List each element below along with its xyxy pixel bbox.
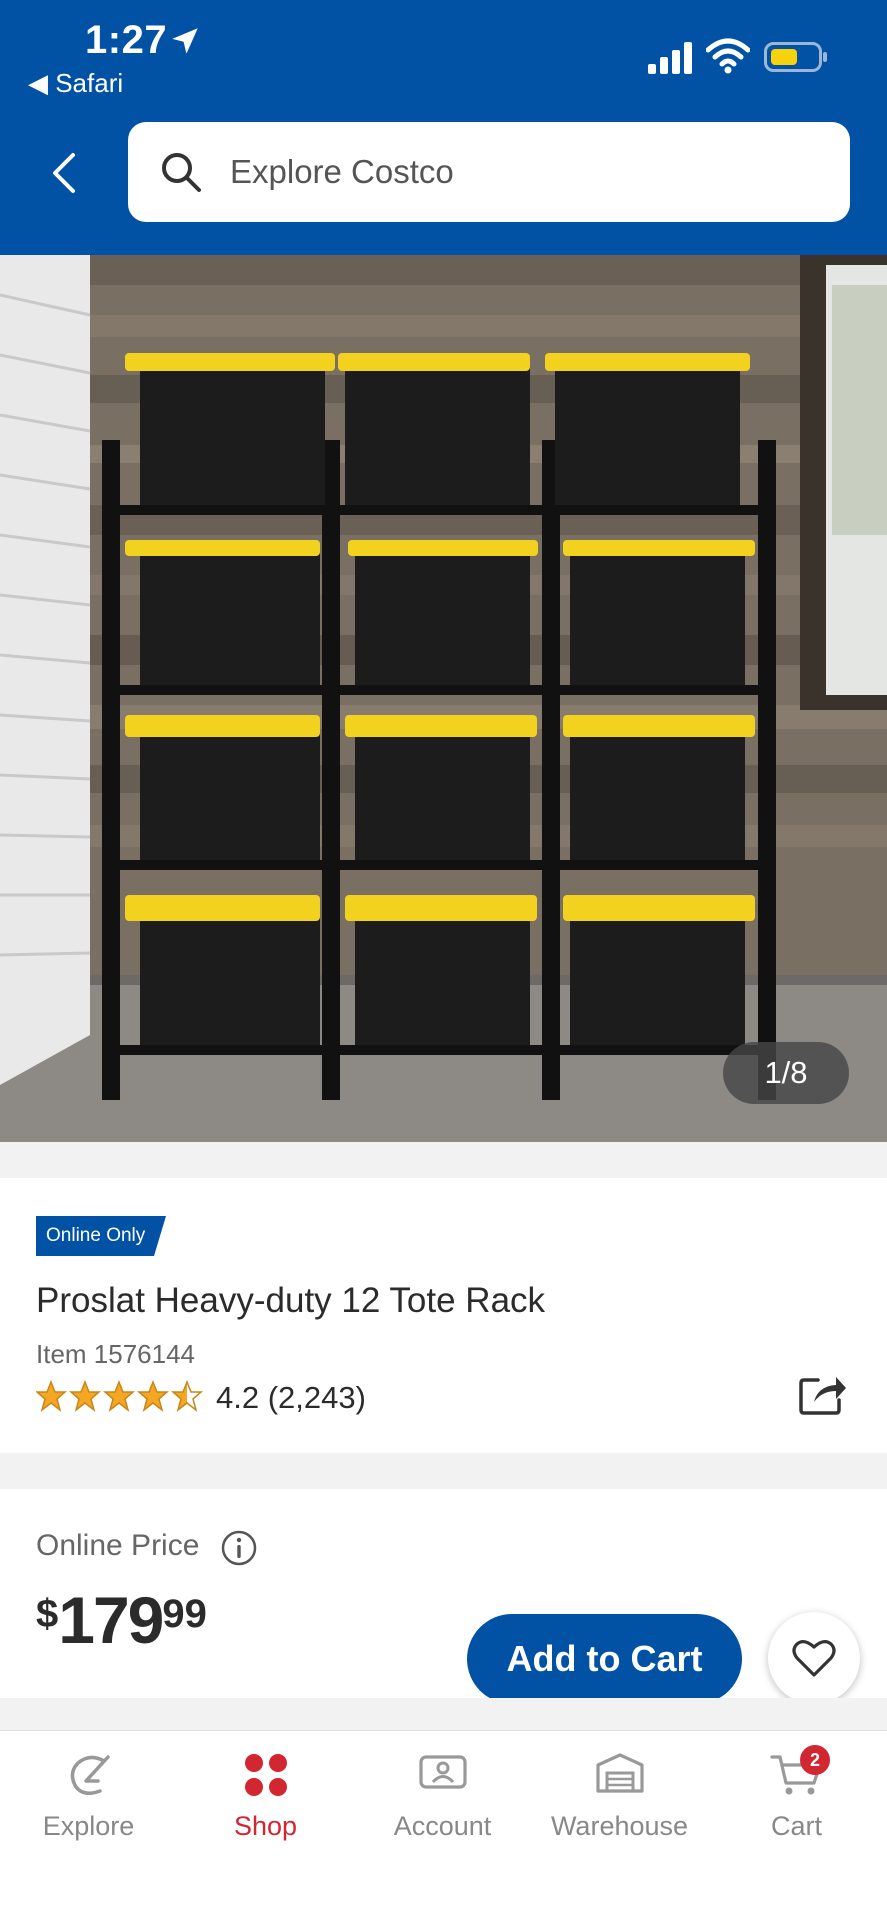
info-icon[interactable] — [220, 1529, 258, 1567]
cart-count-badge: 2 — [800, 1745, 830, 1775]
star-icon — [137, 1380, 169, 1412]
favorite-button[interactable] — [768, 1612, 860, 1704]
price: $17999 — [36, 1582, 207, 1658]
chevron-left-icon — [53, 153, 75, 193]
price-label: Online Price — [36, 1529, 200, 1562]
tab-label: Account — [393, 1811, 492, 1841]
tab-cart[interactable]: 2 Cart — [708, 1731, 885, 1861]
tab-label: Warehouse — [550, 1811, 689, 1841]
add-to-cart-button[interactable]: Add to Cart — [467, 1614, 742, 1704]
image-pager: 1/8 — [723, 1042, 849, 1104]
back-to-safari-link[interactable]: ◀ Safari — [28, 68, 123, 99]
wifi-icon — [706, 38, 750, 74]
shop-icon — [244, 1754, 287, 1796]
rating-text[interactable]: 4.2 (2,243) — [216, 1380, 366, 1416]
tab-explore[interactable]: Explore — [0, 1731, 177, 1861]
explore-icon — [70, 1755, 110, 1795]
rating-stars[interactable] — [36, 1380, 206, 1414]
tab-label: Cart — [770, 1811, 822, 1841]
cellular-signal-icon — [648, 42, 692, 74]
online-only-badge: Online Only — [36, 1216, 166, 1256]
heart-icon — [792, 1640, 836, 1677]
tab-label: Shop — [233, 1811, 298, 1841]
status-time: 1:27 — [85, 18, 168, 62]
star-icon — [69, 1380, 101, 1412]
price-currency: $ — [36, 1592, 59, 1636]
bottom-tab-bar: Explore Shop Account Warehouse 2 Cart — [0, 1730, 887, 1920]
warehouse-icon — [595, 1753, 644, 1793]
star-icon — [36, 1380, 67, 1412]
tab-label: Explore — [42, 1811, 135, 1841]
location-arrow-icon — [172, 28, 198, 54]
star-outline-icon — [171, 1380, 203, 1412]
search-placeholder[interactable]: Explore Costco — [230, 153, 454, 191]
section-divider — [0, 1453, 887, 1489]
share-icon[interactable] — [798, 1370, 848, 1416]
section-divider — [0, 1142, 887, 1178]
product-image-gallery[interactable]: 1/8 — [0, 255, 887, 1142]
tab-account[interactable]: Account — [354, 1731, 531, 1861]
product-photo — [0, 255, 887, 1142]
battery-icon — [764, 42, 827, 72]
search-bar[interactable]: Explore Costco — [128, 122, 850, 222]
item-number: Item 1576144 — [36, 1339, 196, 1369]
app-header: 1:27 ◀ Safari Explore Costco — [0, 0, 887, 255]
star-icon — [103, 1380, 135, 1412]
price-dollars: 179 — [58, 1583, 164, 1657]
section-divider — [0, 1698, 887, 1730]
product-title: Proslat Heavy-duty 12 Tote Rack — [36, 1281, 546, 1320]
back-button[interactable] — [40, 146, 88, 200]
account-icon — [418, 1755, 467, 1789]
tab-warehouse[interactable]: Warehouse — [531, 1731, 708, 1861]
price-cents: 99 — [162, 1592, 207, 1636]
tab-shop[interactable]: Shop — [177, 1731, 354, 1861]
search-icon — [162, 153, 201, 192]
badge-label: Online Only — [46, 1225, 146, 1246]
